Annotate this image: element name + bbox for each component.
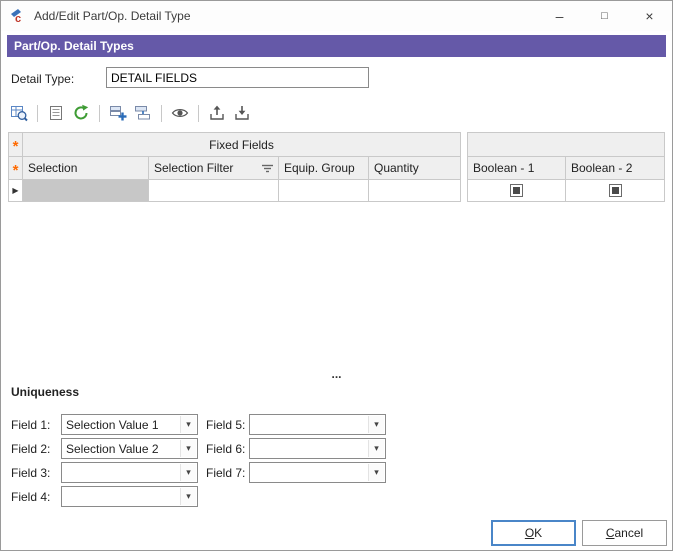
close-button[interactable]: × bbox=[627, 1, 672, 31]
section-banner-title: Part/Op. Detail Types bbox=[14, 39, 134, 53]
ellipsis-indicator: ... bbox=[331, 367, 341, 381]
required-marker: * bbox=[13, 143, 19, 151]
import-icon[interactable] bbox=[233, 104, 251, 122]
grid-data-row[interactable]: ▶ bbox=[8, 180, 665, 202]
clone-row-icon[interactable] bbox=[134, 104, 152, 122]
field-4-label: Field 4: bbox=[11, 490, 61, 504]
fixed-fields-group-header: Fixed Fields bbox=[23, 132, 461, 157]
uniqueness-field-3: Field 3: ▾ bbox=[11, 462, 198, 483]
cell-equip-group[interactable] bbox=[279, 180, 369, 202]
required-marker: * bbox=[13, 167, 19, 175]
ok-button-label: OK bbox=[525, 526, 542, 540]
field-3-label: Field 3: bbox=[11, 466, 61, 480]
grid-row-marker-cell: * bbox=[8, 132, 23, 157]
chevron-down-icon[interactable]: ▾ bbox=[368, 440, 384, 457]
cancel-button-label: Cancel bbox=[606, 526, 643, 540]
ok-button[interactable]: OK bbox=[491, 520, 576, 546]
chevron-down-icon[interactable]: ▾ bbox=[368, 416, 384, 433]
cell-selection[interactable] bbox=[23, 180, 149, 202]
svg-text:c: c bbox=[15, 13, 21, 24]
detail-fields-grid: * Fixed Fields * Selection Selection Fil… bbox=[8, 132, 665, 202]
field-7-label: Field 7: bbox=[206, 466, 249, 480]
refresh-icon[interactable] bbox=[72, 104, 90, 122]
show-hide-icon[interactable] bbox=[171, 104, 189, 122]
column-header-boolean-2[interactable]: Boolean - 2 bbox=[566, 157, 665, 180]
maximize-button[interactable]: □ bbox=[582, 1, 627, 31]
field-2-value: Selection Value 2 bbox=[66, 442, 159, 456]
app-icon: c bbox=[10, 8, 26, 24]
window-title: Add/Edit Part/Op. Detail Type bbox=[34, 9, 537, 23]
field-3-dropdown[interactable]: ▾ bbox=[61, 462, 198, 483]
field-1-label: Field 1: bbox=[11, 418, 61, 432]
cell-boolean-2 bbox=[566, 180, 665, 202]
boolean-2-checkbox[interactable] bbox=[609, 184, 622, 197]
uniqueness-field-2: Field 2: Selection Value 2 ▾ bbox=[11, 438, 198, 459]
uniqueness-title: Uniqueness bbox=[11, 385, 79, 399]
cell-quantity[interactable] bbox=[369, 180, 461, 202]
field-2-label: Field 2: bbox=[11, 442, 61, 456]
grid-row-marker-cell: * bbox=[8, 157, 23, 180]
field-2-dropdown[interactable]: Selection Value 2 ▾ bbox=[61, 438, 198, 459]
column-header-equip-group[interactable]: Equip. Group bbox=[279, 157, 369, 180]
section-banner: Part/Op. Detail Types bbox=[7, 35, 666, 57]
column-header-quantity[interactable]: Quantity bbox=[369, 157, 461, 180]
chevron-down-icon[interactable]: ▾ bbox=[368, 464, 384, 481]
detail-type-label: Detail Type: bbox=[11, 72, 74, 86]
toolbar-separator bbox=[37, 105, 38, 122]
boolean-1-checkbox[interactable] bbox=[510, 184, 523, 197]
uniqueness-field-6: Field 6: ▾ bbox=[206, 438, 386, 459]
grid-toolbar bbox=[10, 102, 251, 124]
field-7-dropdown[interactable]: ▾ bbox=[249, 462, 386, 483]
toolbar-separator bbox=[99, 105, 100, 122]
current-row-indicator-cell: ▶ bbox=[8, 180, 23, 202]
field-5-dropdown[interactable]: ▾ bbox=[249, 414, 386, 435]
chevron-down-icon[interactable]: ▾ bbox=[180, 464, 196, 481]
column-header-label: Selection Filter bbox=[154, 161, 233, 175]
field-4-dropdown[interactable]: ▾ bbox=[61, 486, 198, 507]
field-6-label: Field 6: bbox=[206, 442, 249, 456]
cancel-button[interactable]: Cancel bbox=[582, 520, 667, 546]
find-grid-icon[interactable] bbox=[10, 104, 28, 122]
uniqueness-field-7: Field 7: ▾ bbox=[206, 462, 386, 483]
cell-boolean-1 bbox=[467, 180, 566, 202]
column-header-selection[interactable]: Selection bbox=[23, 157, 149, 180]
field-1-dropdown[interactable]: Selection Value 1 ▾ bbox=[61, 414, 198, 435]
grid-group-header-row: * Fixed Fields bbox=[8, 132, 665, 157]
field-6-dropdown[interactable]: ▾ bbox=[249, 438, 386, 459]
add-edit-detail-type-dialog: c Add/Edit Part/Op. Detail Type – □ × Pa… bbox=[0, 0, 673, 551]
toolbar-separator bbox=[198, 105, 199, 122]
toolbar-separator bbox=[161, 105, 162, 122]
uniqueness-field-4: Field 4: ▾ bbox=[11, 486, 198, 507]
chevron-down-icon[interactable]: ▾ bbox=[180, 416, 196, 433]
chevron-down-icon[interactable]: ▾ bbox=[180, 440, 196, 457]
layout-icon[interactable] bbox=[47, 104, 65, 122]
field-1-value: Selection Value 1 bbox=[66, 418, 159, 432]
uniqueness-field-5: Field 5: ▾ bbox=[206, 414, 386, 435]
filter-icon[interactable] bbox=[262, 164, 273, 173]
chevron-down-icon[interactable]: ▾ bbox=[180, 488, 196, 505]
detail-type-input[interactable] bbox=[106, 67, 369, 88]
add-row-icon[interactable] bbox=[109, 104, 127, 122]
field-5-label: Field 5: bbox=[206, 418, 249, 432]
title-bar[interactable]: c Add/Edit Part/Op. Detail Type – □ × bbox=[1, 1, 672, 31]
grid-column-header-row: * Selection Selection Filter Equip. Grou… bbox=[8, 157, 665, 180]
uniqueness-field-1: Field 1: Selection Value 1 ▾ bbox=[11, 414, 198, 435]
column-header-boolean-1[interactable]: Boolean - 1 bbox=[467, 157, 566, 180]
current-row-arrow-icon: ▶ bbox=[12, 186, 18, 195]
cell-selection-filter[interactable] bbox=[149, 180, 279, 202]
export-icon[interactable] bbox=[208, 104, 226, 122]
boolean-group-header bbox=[467, 132, 665, 157]
column-header-selection-filter[interactable]: Selection Filter bbox=[149, 157, 279, 180]
minimize-button[interactable]: – bbox=[537, 1, 582, 31]
